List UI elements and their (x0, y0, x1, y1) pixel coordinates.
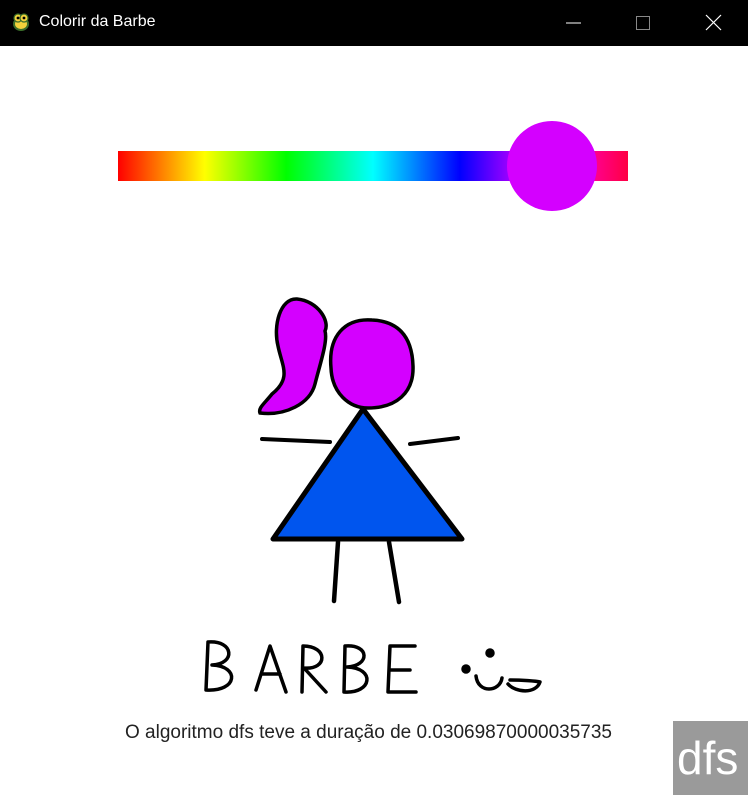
hue-slider[interactable] (118, 121, 628, 211)
hue-slider-knob[interactable] (506, 121, 597, 211)
minimize-icon (566, 22, 581, 24)
maximize-button[interactable] (620, 0, 666, 46)
close-button[interactable] (690, 0, 736, 46)
canvas-area[interactable]: O algoritmo dfs teve a duração de 0.0306… (0, 46, 748, 795)
minimize-button[interactable] (550, 0, 596, 46)
hair-ponytail[interactable] (257, 297, 328, 416)
maximize-icon (636, 16, 650, 30)
caption-drawing (204, 640, 542, 694)
duration-status: O algoritmo dfs teve a duração de 0.0306… (125, 722, 612, 743)
close-icon (705, 14, 722, 31)
window-title: Colorir da Barbe (39, 13, 156, 30)
legs (331, 539, 402, 605)
python-snake-icon (10, 11, 32, 33)
dress[interactable] (270, 406, 465, 542)
app-window: Colorir da Barbe O algoritmo dfs teve a … (0, 0, 748, 795)
algorithm-badge[interactable]: dfs (673, 721, 748, 795)
barbe-drawing[interactable] (200, 296, 550, 716)
title-bar[interactable]: Colorir da Barbe (0, 0, 748, 46)
hair-head[interactable] (328, 318, 415, 410)
